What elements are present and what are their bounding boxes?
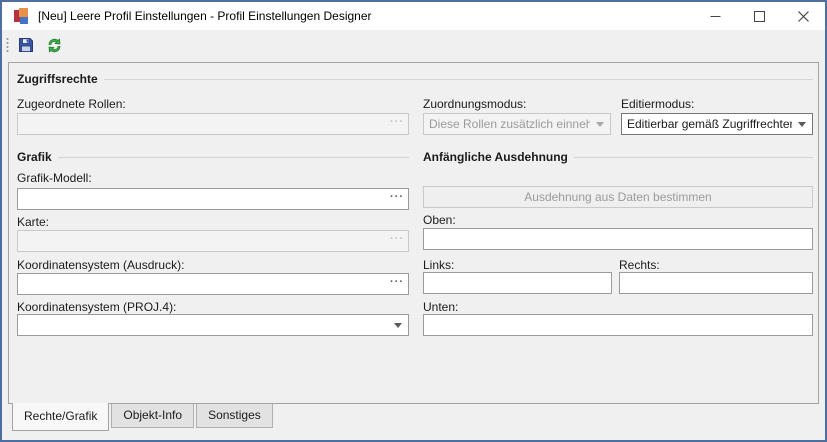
toolbar xyxy=(2,30,825,60)
koordinatensystem-ausdruck-input[interactable] xyxy=(17,273,409,295)
app-window: [Neu] Leere Profil Einstellungen - Profi… xyxy=(0,0,827,442)
settings-panel: Zugriffsrechte Zugeordnete Rollen: ··· Z… xyxy=(8,62,819,404)
chevron-down-icon xyxy=(798,122,806,127)
karte-input xyxy=(17,230,409,252)
field-oben[interactable] xyxy=(423,228,813,250)
group-header-zugriffsrechte: Zugriffsrechte xyxy=(17,71,813,86)
group-title: Anfängliche Ausdehnung xyxy=(423,150,568,164)
label-zugeordnete-rollen: Zugeordnete Rollen: xyxy=(17,97,126,111)
oben-input[interactable] xyxy=(423,228,813,250)
zuordnungsmodus-value: Diese Rollen zusätzlich einnehmen xyxy=(429,117,590,131)
save-button[interactable] xyxy=(15,34,37,56)
unten-input[interactable] xyxy=(423,314,813,336)
label-koordinatensystem-ausdruck: Koordinatensystem (Ausdruck): xyxy=(17,258,184,272)
field-links[interactable] xyxy=(423,272,612,294)
titlebar: [Neu] Leere Profil Einstellungen - Profi… xyxy=(2,2,825,30)
group-line xyxy=(104,79,813,80)
minimize-button[interactable] xyxy=(693,2,737,30)
toolbar-grip[interactable] xyxy=(6,37,9,53)
save-icon xyxy=(18,37,34,53)
maximize-button[interactable] xyxy=(737,2,781,30)
karte-browse-icon: ··· xyxy=(390,234,404,245)
field-rechts[interactable] xyxy=(619,272,813,294)
group-title: Grafik xyxy=(17,150,52,164)
maximize-icon xyxy=(754,11,765,22)
zuordnungsmodus-combobox: Diese Rollen zusätzlich einnehmen xyxy=(423,113,611,135)
field-grafik-modell[interactable]: ··· xyxy=(17,188,409,210)
zugeordnete-rollen-input xyxy=(17,113,409,135)
close-icon xyxy=(798,11,809,22)
label-unten: Unten: xyxy=(423,300,458,314)
group-line xyxy=(58,157,409,158)
field-karte: ··· xyxy=(17,230,409,252)
group-title: Zugriffsrechte xyxy=(17,72,98,86)
rechts-input[interactable] xyxy=(619,272,813,294)
field-unten[interactable] xyxy=(423,314,813,336)
field-zugeordnete-rollen: ··· xyxy=(17,113,409,135)
close-button[interactable] xyxy=(781,2,825,30)
label-links: Links: xyxy=(423,258,454,272)
label-koordinatensystem-proj4: Koordinatensystem (PROJ.4): xyxy=(17,300,176,314)
group-header-ausdehnung: Anfängliche Ausdehnung xyxy=(423,149,813,164)
window-controls xyxy=(693,2,825,30)
editiermodus-value: Editierbar gemäß Zugriffrechten xyxy=(627,117,792,131)
refresh-icon xyxy=(46,37,63,54)
window-title: [Neu] Leere Profil Einstellungen - Profi… xyxy=(38,9,372,23)
tab-rechte-grafik[interactable]: Rechte/Grafik xyxy=(12,403,109,431)
links-input[interactable] xyxy=(423,272,612,294)
group-header-grafik: Grafik xyxy=(17,149,409,164)
group-line xyxy=(574,157,813,158)
label-zuordnungsmodus: Zuordnungsmodus: xyxy=(423,97,526,111)
grafik-modell-browse-icon[interactable]: ··· xyxy=(390,192,404,203)
ausdehnung-bestimmen-button: Ausdehnung aus Daten bestimmen xyxy=(423,186,813,208)
label-editiermodus: Editiermodus: xyxy=(621,97,694,111)
label-rechts: Rechts: xyxy=(619,258,660,272)
editiermodus-combobox[interactable]: Editierbar gemäß Zugriffrechten xyxy=(621,113,813,135)
app-logo-icon xyxy=(14,8,30,24)
chevron-down-icon xyxy=(394,323,402,328)
tab-sonstiges[interactable]: Sonstiges xyxy=(196,404,273,428)
tab-objekt-info[interactable]: Objekt-Info xyxy=(111,404,194,428)
zugeordnete-rollen-browse-icon: ··· xyxy=(390,117,404,128)
bottom-tab-bar: Rechte/Grafik Objekt-Info Sonstiges xyxy=(8,403,273,431)
field-koordinatensystem-ausdruck[interactable]: ··· xyxy=(17,273,409,295)
minimize-icon xyxy=(710,11,721,22)
koordinatensystem-proj4-combobox[interactable] xyxy=(17,314,409,336)
logo-orange-block xyxy=(19,8,28,17)
koordinatensystem-ausdruck-browse-icon[interactable]: ··· xyxy=(390,277,404,288)
grafik-modell-input[interactable] xyxy=(17,188,409,210)
label-grafik-modell: Grafik-Modell: xyxy=(17,171,92,185)
logo-blue-block xyxy=(20,17,28,24)
label-karte: Karte: xyxy=(17,215,49,229)
chevron-down-icon xyxy=(596,122,604,127)
refresh-button[interactable] xyxy=(43,34,65,56)
label-oben: Oben: xyxy=(423,213,456,227)
